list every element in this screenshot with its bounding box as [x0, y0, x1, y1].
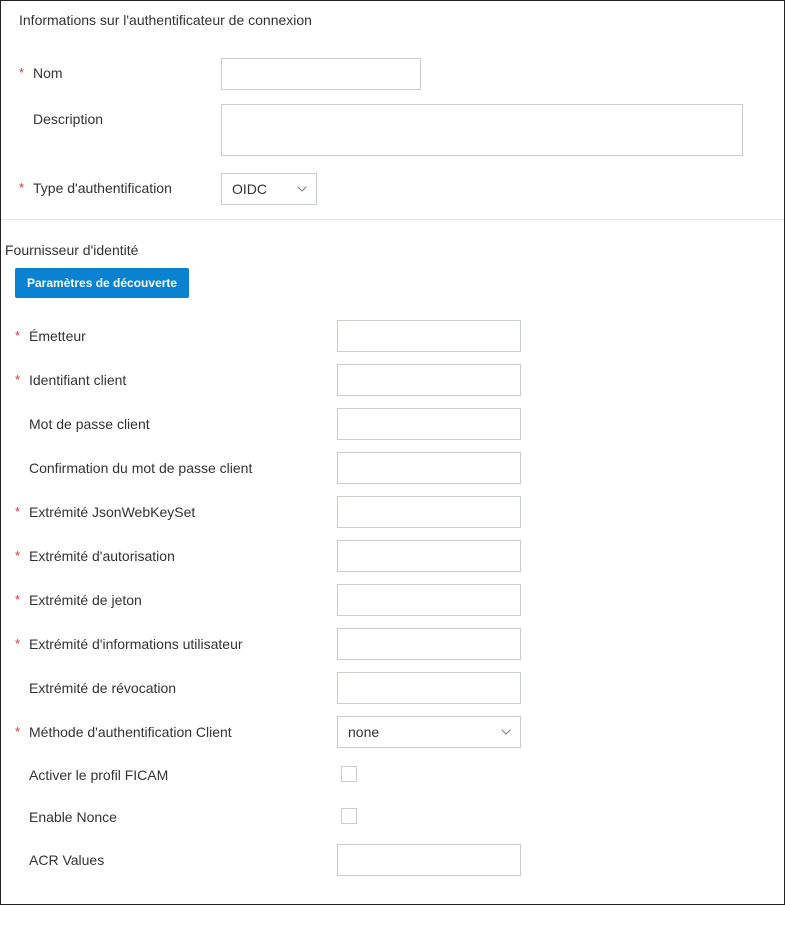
- discovery-settings-button[interactable]: Paramètres de découverte: [15, 268, 189, 298]
- idp-block: * Émetteur * Identifiant client * Mot de…: [1, 320, 784, 876]
- token-label: Extrémité de jeton: [29, 585, 337, 615]
- jwks-input[interactable]: [337, 496, 521, 528]
- nonce-label: Enable Nonce: [29, 802, 337, 832]
- client-secret-label: Mot de passe client: [29, 409, 337, 439]
- authtype-control: OIDC: [221, 173, 317, 205]
- required-marker: *: [15, 497, 29, 527]
- section-idp-title: Fournisseur d'identité: [1, 220, 784, 268]
- row-description: * Description: [19, 104, 766, 159]
- name-control: [221, 58, 421, 90]
- row-issuer: * Émetteur: [15, 320, 770, 352]
- row-jwks: * Extrémité JsonWebKeySet: [15, 496, 770, 528]
- name-label: Nom: [33, 58, 221, 88]
- issuer-label: Émetteur: [29, 321, 337, 351]
- required-marker: *: [19, 58, 33, 88]
- ficam-label: Activer le profil FICAM: [29, 760, 337, 790]
- authtype-label: Type d'authentification: [33, 173, 221, 203]
- authtype-select[interactable]: OIDC: [221, 173, 317, 205]
- required-marker: *: [15, 321, 29, 351]
- description-control: [221, 104, 766, 159]
- row-acr: * ACR Values: [15, 844, 770, 876]
- issuer-input[interactable]: [337, 320, 521, 352]
- required-marker: *: [15, 365, 29, 395]
- acr-input[interactable]: [337, 844, 521, 876]
- ficam-checkbox[interactable]: [341, 766, 357, 782]
- required-marker: *: [15, 629, 29, 659]
- row-authz: * Extrémité d'autorisation: [15, 540, 770, 572]
- row-nonce: * Enable Nonce: [15, 802, 770, 832]
- jwks-label: Extrémité JsonWebKeySet: [29, 497, 337, 527]
- row-authtype: * Type d'authentification OIDC: [19, 173, 766, 205]
- userinfo-label: Extrémité d'informations utilisateur: [29, 629, 337, 659]
- authtype-select-wrap: OIDC: [221, 173, 317, 205]
- auth-config-form: Informations sur l'authentificateur de c…: [0, 0, 785, 905]
- row-client-auth-method: * Méthode d'authentification Client none: [15, 716, 770, 748]
- nonce-checkbox[interactable]: [341, 808, 357, 824]
- client-secret-input[interactable]: [337, 408, 521, 440]
- ficam-checkbox-cell: [337, 766, 357, 785]
- token-input[interactable]: [337, 584, 521, 616]
- description-label: Description: [33, 104, 221, 134]
- required-marker: *: [15, 585, 29, 615]
- client-secret-confirm-label: Confirmation du mot de passe client: [29, 453, 337, 483]
- userinfo-input[interactable]: [337, 628, 521, 660]
- section-auth-info-title: Informations sur l'authentificateur de c…: [1, 1, 784, 38]
- required-marker: *: [19, 173, 33, 203]
- client-secret-confirm-input[interactable]: [337, 452, 521, 484]
- required-marker: *: [15, 717, 29, 747]
- description-textarea[interactable]: [221, 104, 743, 156]
- name-input[interactable]: [221, 58, 421, 90]
- client-auth-method-select[interactable]: none: [337, 716, 521, 748]
- nonce-checkbox-cell: [337, 808, 357, 827]
- client-auth-method-select-wrap: none: [337, 716, 521, 748]
- row-userinfo: * Extrémité d'informations utilisateur: [15, 628, 770, 660]
- row-revocation: * Extrémité de révocation: [15, 672, 770, 704]
- row-client-id: * Identifiant client: [15, 364, 770, 396]
- row-token: * Extrémité de jeton: [15, 584, 770, 616]
- authz-label: Extrémité d'autorisation: [29, 541, 337, 571]
- row-client-secret: * Mot de passe client: [15, 408, 770, 440]
- acr-label: ACR Values: [29, 845, 337, 875]
- required-marker: *: [15, 541, 29, 571]
- client-id-input[interactable]: [337, 364, 521, 396]
- revocation-input[interactable]: [337, 672, 521, 704]
- row-ficam: * Activer le profil FICAM: [15, 760, 770, 790]
- revocation-label: Extrémité de révocation: [29, 673, 337, 703]
- authz-input[interactable]: [337, 540, 521, 572]
- row-name: * Nom: [19, 58, 766, 90]
- row-client-secret-confirm: * Confirmation du mot de passe client: [15, 452, 770, 484]
- client-id-label: Identifiant client: [29, 365, 337, 395]
- client-auth-method-label: Méthode d'authentification Client: [29, 717, 337, 747]
- auth-info-block: * Nom * Description * Type d'authentific…: [1, 58, 784, 205]
